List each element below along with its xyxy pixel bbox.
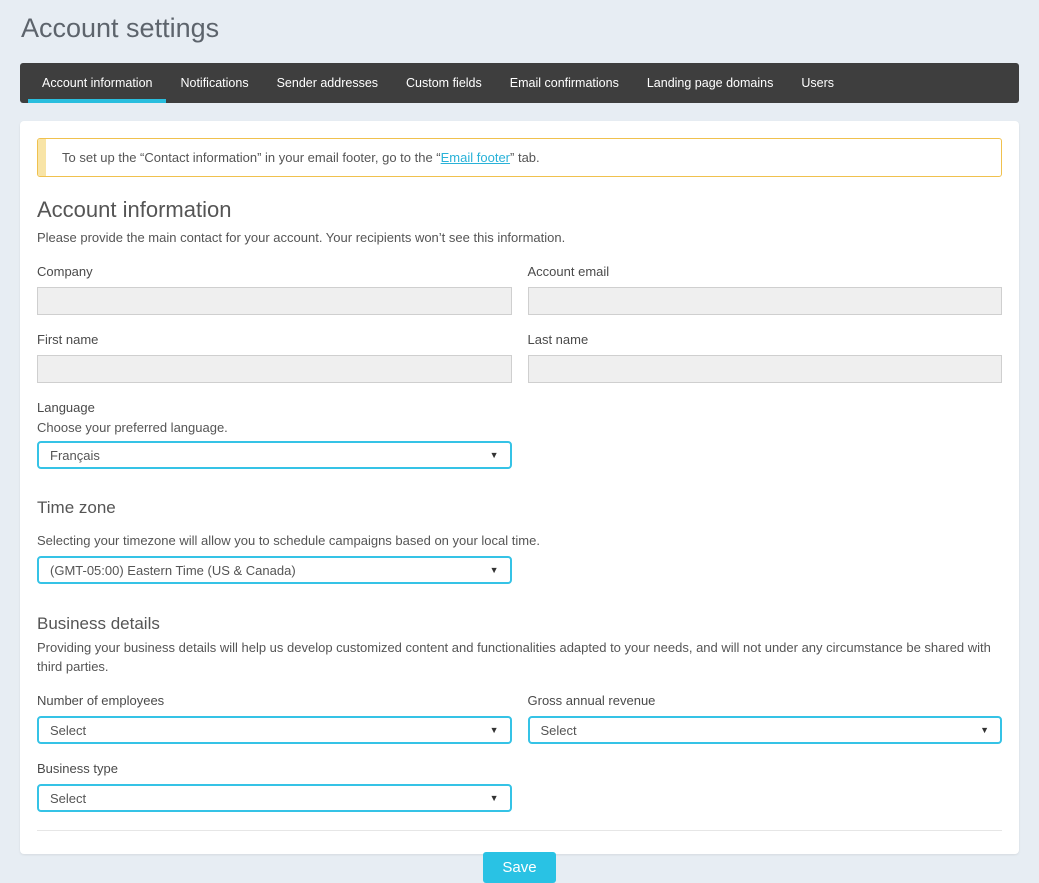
tab-account-information[interactable]: Account information xyxy=(28,63,166,103)
business-type-field: Business type Select ▼ xyxy=(37,761,1002,812)
first-name-input xyxy=(37,355,512,383)
tab-email-confirmations[interactable]: Email confirmations xyxy=(496,63,633,103)
tab-notifications[interactable]: Notifications xyxy=(166,63,262,103)
gross-annual-revenue-value: Select xyxy=(541,723,577,738)
footer-divider xyxy=(37,830,1002,831)
gross-annual-revenue-label: Gross annual revenue xyxy=(528,693,1003,708)
dropdown-arrow-icon: ▼ xyxy=(980,725,989,735)
tab-custom-fields[interactable]: Custom fields xyxy=(392,63,496,103)
last-name-input xyxy=(528,355,1003,383)
tab-landing-page-domains[interactable]: Landing page domains xyxy=(633,63,788,103)
number-of-employees-label: Number of employees xyxy=(37,693,512,708)
timezone-select-value: (GMT-05:00) Eastern Time (US & Canada) xyxy=(50,563,296,578)
language-label: Language xyxy=(37,400,1002,415)
settings-tabbar: Account information Notifications Sender… xyxy=(20,63,1019,103)
dropdown-arrow-icon: ▼ xyxy=(490,450,499,460)
gross-annual-revenue-field: Gross annual revenue Select ▼ xyxy=(528,693,1003,744)
business-type-label: Business type xyxy=(37,761,1002,776)
business-details-heading: Business details xyxy=(37,614,1002,634)
company-input xyxy=(37,287,512,315)
account-email-input xyxy=(528,287,1003,315)
save-button[interactable]: Save xyxy=(483,852,555,883)
number-of-employees-select[interactable]: Select ▼ xyxy=(37,716,512,744)
gross-annual-revenue-select[interactable]: Select ▼ xyxy=(528,716,1003,744)
alert-accent-strip xyxy=(38,139,46,176)
account-information-heading: Account information xyxy=(37,197,1002,223)
last-name-label: Last name xyxy=(528,332,1003,347)
tab-users[interactable]: Users xyxy=(787,63,848,103)
company-label: Company xyxy=(37,264,512,279)
page-title: Account settings xyxy=(21,13,1039,44)
account-information-subtitle: Please provide the main contact for your… xyxy=(37,228,997,247)
language-helper: Choose your preferred language. xyxy=(37,420,1002,435)
timezone-select[interactable]: (GMT-05:00) Eastern Time (US & Canada) ▼ xyxy=(37,556,512,584)
dropdown-arrow-icon: ▼ xyxy=(490,725,499,735)
number-of-employees-field: Number of employees Select ▼ xyxy=(37,693,512,744)
company-field: Company xyxy=(37,264,512,315)
info-alert: To set up the “Contact information” in y… xyxy=(37,138,1002,177)
timezone-helper: Selecting your timezone will allow you t… xyxy=(37,533,1002,548)
timezone-heading: Time zone xyxy=(37,498,1002,518)
account-email-field: Account email xyxy=(528,264,1003,315)
first-name-field: First name xyxy=(37,332,512,383)
email-footer-link[interactable]: Email footer xyxy=(441,150,510,165)
dropdown-arrow-icon: ▼ xyxy=(490,793,499,803)
last-name-field: Last name xyxy=(528,332,1003,383)
language-select-value: Français xyxy=(50,448,100,463)
dropdown-arrow-icon: ▼ xyxy=(490,565,499,575)
account-email-label: Account email xyxy=(528,264,1003,279)
settings-card: To set up the “Contact information” in y… xyxy=(20,121,1019,854)
number-of-employees-value: Select xyxy=(50,723,86,738)
first-name-label: First name xyxy=(37,332,512,347)
business-details-helper: Providing your business details will hel… xyxy=(37,638,997,676)
business-type-select[interactable]: Select ▼ xyxy=(37,784,512,812)
language-select[interactable]: Français ▼ xyxy=(37,441,512,469)
tab-sender-addresses[interactable]: Sender addresses xyxy=(263,63,392,103)
business-type-value: Select xyxy=(50,791,86,806)
alert-text-before: To set up the “Contact information” in y… xyxy=(62,150,441,165)
alert-text-after: ” tab. xyxy=(510,150,540,165)
